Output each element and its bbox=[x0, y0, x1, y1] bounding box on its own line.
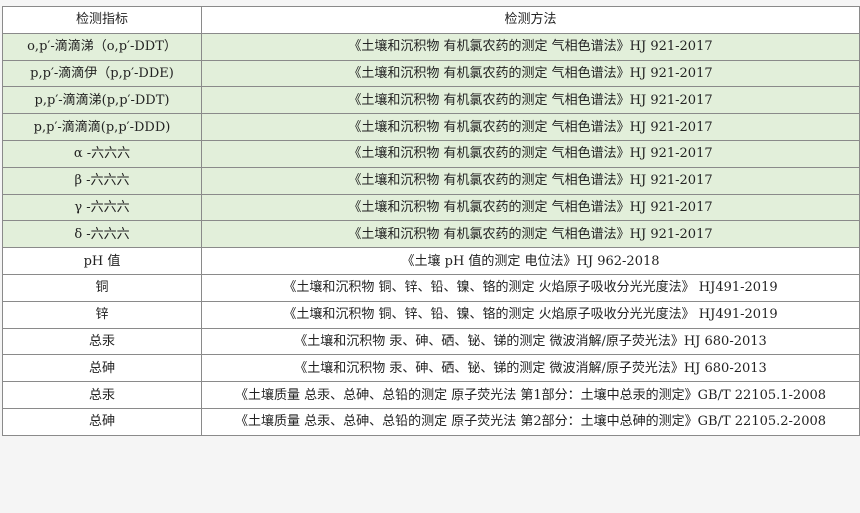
table-row: β -六六六 《土壤和沉积物 有机氯农药的测定 气相色谱法》HJ 921-2017 bbox=[2, 166, 860, 195]
indicator-cell: 铜 bbox=[2, 273, 202, 302]
table-row: p,p′-滴滴滴(p,p′-DDD) 《土壤和沉积物 有机氯农药的测定 气相色谱法… bbox=[2, 113, 860, 141]
method-cell: 《土壤和沉积物 有机氯农药的测定 气相色谱法》HJ 921-2017 bbox=[201, 86, 860, 115]
table-row: 锌《土壤和沉积物 铜、锌、铅、镍、铬的测定 火焰原子吸收分光光度法》 HJ491… bbox=[2, 300, 860, 329]
method-cell: 《土壤和沉积物 有机氯农药的测定 气相色谱法》HJ 921-2017 bbox=[201, 220, 860, 249]
method-cell: 《土壤和沉积物 有机氯农药的测定 气相色谱法》HJ 921-2017 bbox=[201, 193, 860, 222]
table-row: 总汞 《土壤质量 总汞、总砷、总铅的测定 原子荧光法 第1部分：土壤中总汞的测定》… bbox=[2, 381, 860, 409]
indicator-cell: 总汞 bbox=[2, 327, 202, 356]
table-row: α -六六六 《土壤和沉积物 有机氯农药的测定 气相色谱法》HJ 921-2017 bbox=[2, 139, 860, 168]
method-cell: 《土壤 pH 值的测定 电位法》HJ 962-2018 bbox=[201, 247, 860, 275]
table-row: 总汞 《土壤和沉积物 汞、砷、硒、铋、锑的测定 微波消解/原子荧光法》HJ 680… bbox=[2, 327, 860, 356]
table-row: 总砷 《土壤质量 总汞、总砷、总铅的测定 原子荧光法 第2部分：土壤中总砷的测定》… bbox=[2, 407, 860, 436]
table-row: γ -六六六 《土壤和沉积物 有机氯农药的测定 气相色谱法》HJ 921-2017 bbox=[2, 193, 860, 222]
indicator-cell: 锌 bbox=[2, 300, 202, 329]
indicator-cell: p,p′-滴滴滴(p,p′-DDD) bbox=[2, 113, 202, 141]
indicator-cell: o,p′-滴滴涕（o,p′-DDT） bbox=[2, 32, 202, 61]
table-row: δ -六六六 《土壤和沉积物 有机氯农药的测定 气相色谱法》HJ 921-2017 bbox=[2, 220, 860, 249]
indicator-cell: 总砷 bbox=[2, 407, 202, 436]
method-cell: 《土壤和沉积物 有机氯农药的测定 气相色谱法》HJ 921-2017 bbox=[201, 139, 860, 168]
table-row: 总砷 《土壤和沉积物 汞、砷、硒、铋、锑的测定 微波消解/原子荧光法》HJ 680… bbox=[2, 354, 860, 383]
method-cell: 《土壤和沉积物 汞、砷、硒、铋、锑的测定 微波消解/原子荧光法》HJ 680-2… bbox=[201, 327, 860, 356]
indicator-cell: α -六六六 bbox=[2, 139, 202, 168]
table-row: p,p′-滴滴涕(p,p′-DDT) 《土壤和沉积物 有机氯农药的测定 气相色谱法… bbox=[2, 86, 860, 115]
method-cell: 《土壤和沉积物 有机氯农药的测定 气相色谱法》HJ 921-2017 bbox=[201, 59, 860, 88]
method-cell: 《土壤质量 总汞、总砷、总铅的测定 原子荧光法 第1部分：土壤中总汞的测定》GB… bbox=[201, 381, 860, 409]
method-cell: 《土壤和沉积物 铜、锌、铅、镍、铬的测定 火焰原子吸收分光光度法》 HJ491-… bbox=[201, 300, 860, 329]
table-header-row: 检测指标 检测方法 bbox=[2, 6, 860, 34]
detection-methods-table: 检测指标 检测方法 o,p′-滴滴涕（o,p′-DDT） 《土壤和沉积物 有机氯农… bbox=[2, 6, 860, 436]
header-indicator: 检测指标 bbox=[2, 6, 202, 34]
method-cell: 《土壤和沉积物 有机氯农药的测定 气相色谱法》HJ 921-2017 bbox=[201, 166, 860, 195]
detection-methods-table-container: 检测指标 检测方法 o,p′-滴滴涕（o,p′-DDT） 《土壤和沉积物 有机氯农… bbox=[2, 6, 860, 436]
indicator-cell: γ -六六六 bbox=[2, 193, 202, 222]
indicator-cell: pH 值 bbox=[2, 247, 202, 275]
table-row: pH 值《土壤 pH 值的测定 电位法》HJ 962-2018 bbox=[2, 247, 860, 275]
table-row: o,p′-滴滴涕（o,p′-DDT） 《土壤和沉积物 有机氯农药的测定 气相色谱法… bbox=[2, 32, 860, 61]
indicator-cell: 总汞 bbox=[2, 381, 202, 409]
method-cell: 《土壤和沉积物 有机氯农药的测定 气相色谱法》HJ 921-2017 bbox=[201, 32, 860, 61]
indicator-cell: δ -六六六 bbox=[2, 220, 202, 249]
method-cell: 《土壤和沉积物 有机氯农药的测定 气相色谱法》HJ 921-2017 bbox=[201, 113, 860, 141]
indicator-cell: p,p′-滴滴伊（p,p′-DDE) bbox=[2, 59, 202, 88]
table-row: 铜《土壤和沉积物 铜、锌、铅、镍、铬的测定 火焰原子吸收分光光度法》 HJ491… bbox=[2, 273, 860, 302]
method-cell: 《土壤和沉积物 汞、砷、硒、铋、锑的测定 微波消解/原子荧光法》HJ 680-2… bbox=[201, 354, 860, 383]
indicator-cell: β -六六六 bbox=[2, 166, 202, 195]
indicator-cell: 总砷 bbox=[2, 354, 202, 383]
method-cell: 《土壤和沉积物 铜、锌、铅、镍、铬的测定 火焰原子吸收分光光度法》 HJ491-… bbox=[201, 273, 860, 302]
header-method: 检测方法 bbox=[201, 6, 860, 34]
indicator-cell: p,p′-滴滴涕(p,p′-DDT) bbox=[2, 86, 202, 115]
method-cell: 《土壤质量 总汞、总砷、总铅的测定 原子荧光法 第2部分：土壤中总砷的测定》GB… bbox=[201, 407, 860, 436]
table-row: p,p′-滴滴伊（p,p′-DDE) 《土壤和沉积物 有机氯农药的测定 气相色谱法… bbox=[2, 59, 860, 88]
